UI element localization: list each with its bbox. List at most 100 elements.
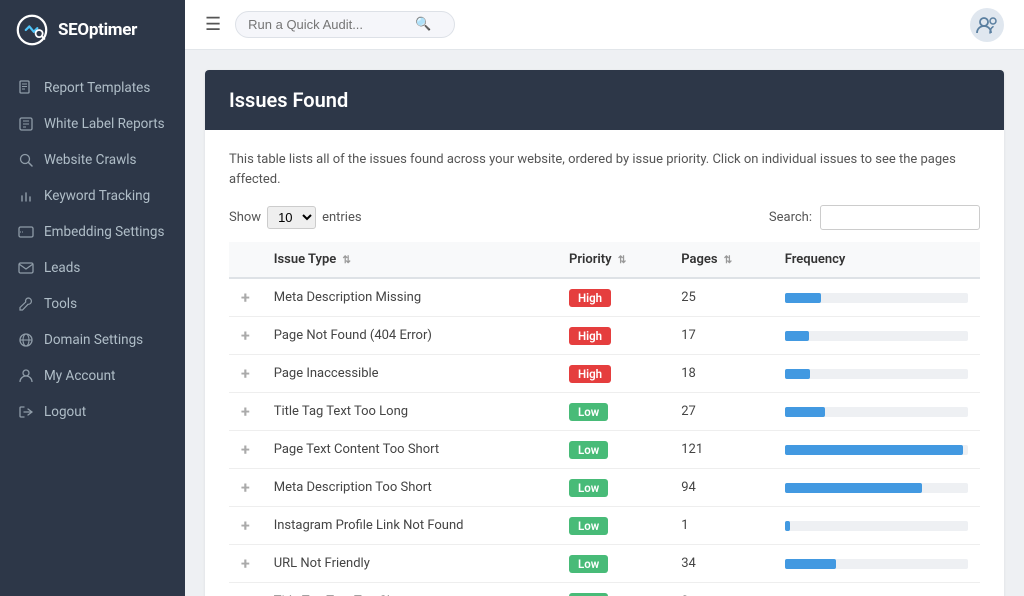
table-row[interactable]: + Page Not Found (404 Error) High 17 xyxy=(229,317,980,355)
row-frequency xyxy=(773,431,980,469)
row-priority: Low xyxy=(557,507,669,545)
row-frequency xyxy=(773,583,980,596)
sidebar-item-tools[interactable]: Tools xyxy=(0,286,185,322)
sidebar-item-embedding-settings[interactable]: Embedding Settings xyxy=(0,214,185,250)
table-body: + Meta Description Missing High 25 + Pag… xyxy=(229,278,980,596)
row-issue-type: Meta Description Missing xyxy=(262,278,557,317)
website-crawls-icon xyxy=(18,152,34,168)
row-expand-cell[interactable]: + xyxy=(229,507,262,545)
row-expand-cell[interactable]: + xyxy=(229,545,262,583)
priority-badge: Low xyxy=(569,441,608,459)
row-issue-type: Title Tag Text Too Long xyxy=(262,393,557,431)
table-search-area: Search: xyxy=(769,205,980,230)
priority-badge: Low xyxy=(569,479,608,497)
quick-audit-input[interactable] xyxy=(248,17,408,32)
table-row[interactable]: + URL Not Friendly Low 34 xyxy=(229,545,980,583)
sidebar-item-white-label-reports[interactable]: White Label Reports xyxy=(0,106,185,142)
expand-icon[interactable]: + xyxy=(241,554,250,573)
row-expand-cell[interactable]: + xyxy=(229,393,262,431)
sidebar-item-keyword-tracking[interactable]: Keyword Tracking xyxy=(0,178,185,214)
table-row[interactable]: + Instagram Profile Link Not Found Low 1 xyxy=(229,507,980,545)
sort-icon-pages: ⇅ xyxy=(724,255,732,266)
sidebar-label-domain-settings: Domain Settings xyxy=(44,332,143,348)
sidebar-label-report-templates: Report Templates xyxy=(44,80,150,96)
priority-badge: Low xyxy=(569,517,608,535)
row-issue-type: Page Not Found (404 Error) xyxy=(262,317,557,355)
expand-icon[interactable]: + xyxy=(241,288,250,307)
expand-icon[interactable]: + xyxy=(241,516,250,535)
row-frequency xyxy=(773,507,980,545)
row-priority: Low xyxy=(557,583,669,596)
expand-icon[interactable]: + xyxy=(241,478,250,497)
expand-icon[interactable]: + xyxy=(241,326,250,345)
row-issue-type: Title Tag Text Too Short xyxy=(262,583,557,596)
frequency-bar-bg xyxy=(785,369,968,379)
row-issue-type: Page Inaccessible xyxy=(262,355,557,393)
topbar: ☰ 🔍 xyxy=(185,0,1024,50)
row-expand-cell[interactable]: + xyxy=(229,278,262,317)
card-body: This table lists all of the issues found… xyxy=(205,130,1004,596)
row-priority: High xyxy=(557,278,669,317)
main-area: ☰ 🔍 Issues Found This table lists all of… xyxy=(185,0,1024,596)
user-avatar[interactable] xyxy=(970,8,1004,42)
sidebar: SEOptimer Report Templates White Label R… xyxy=(0,0,185,596)
row-expand-cell[interactable]: + xyxy=(229,431,262,469)
row-frequency xyxy=(773,469,980,507)
expand-icon[interactable]: + xyxy=(241,440,250,459)
sidebar-logo: SEOptimer xyxy=(0,0,185,60)
embedding-settings-icon xyxy=(18,224,34,240)
row-expand-cell[interactable]: + xyxy=(229,355,262,393)
col-priority[interactable]: Priority ⇅ xyxy=(557,242,669,278)
row-issue-type: URL Not Friendly xyxy=(262,545,557,583)
row-priority: Low xyxy=(557,469,669,507)
sidebar-label-tools: Tools xyxy=(44,296,77,312)
sidebar-label-my-account: My Account xyxy=(44,368,115,384)
row-expand-cell[interactable]: + xyxy=(229,583,262,596)
row-expand-cell[interactable]: + xyxy=(229,469,262,507)
row-pages: 121 xyxy=(669,431,773,469)
table-row[interactable]: + Page Text Content Too Short Low 121 xyxy=(229,431,980,469)
report-templates-icon xyxy=(18,80,34,96)
sidebar-item-my-account[interactable]: My Account xyxy=(0,358,185,394)
sidebar-label-website-crawls: Website Crawls xyxy=(44,152,137,168)
sidebar-item-domain-settings[interactable]: Domain Settings xyxy=(0,322,185,358)
table-head: Issue Type ⇅ Priority ⇅ Pages ⇅ Frequenc… xyxy=(229,242,980,278)
expand-icon[interactable]: + xyxy=(241,364,250,383)
expand-icon[interactable]: + xyxy=(241,402,250,421)
keyword-tracking-icon xyxy=(18,188,34,204)
row-expand-cell[interactable]: + xyxy=(229,317,262,355)
table-row[interactable]: + Page Inaccessible High 18 xyxy=(229,355,980,393)
col-pages[interactable]: Pages ⇅ xyxy=(669,242,773,278)
table-row[interactable]: + Meta Description Missing High 25 xyxy=(229,278,980,317)
frequency-bar-bg xyxy=(785,407,968,417)
col-issue-type[interactable]: Issue Type ⇅ xyxy=(262,242,557,278)
hamburger-menu[interactable]: ☰ xyxy=(205,14,221,35)
sidebar-item-report-templates[interactable]: Report Templates xyxy=(0,70,185,106)
sidebar-item-logout[interactable]: Logout xyxy=(0,394,185,430)
sidebar-label-keyword-tracking: Keyword Tracking xyxy=(44,188,150,204)
col-frequency: Frequency xyxy=(773,242,980,278)
sidebar-item-leads[interactable]: Leads xyxy=(0,250,185,286)
sidebar-item-website-crawls[interactable]: Website Crawls xyxy=(0,142,185,178)
table-row[interactable]: + Title Tag Text Too Short Low 3 xyxy=(229,583,980,596)
row-frequency xyxy=(773,317,980,355)
frequency-bar xyxy=(785,293,822,303)
row-priority: Low xyxy=(557,545,669,583)
sort-icon-issue: ⇅ xyxy=(342,255,350,266)
frequency-bar xyxy=(785,407,825,417)
content-area: Issues Found This table lists all of the… xyxy=(185,50,1024,596)
expand-icon[interactable]: + xyxy=(241,592,250,596)
table-search-input[interactable] xyxy=(820,205,980,230)
row-priority: High xyxy=(557,317,669,355)
my-account-icon xyxy=(18,368,34,384)
leads-icon xyxy=(18,260,34,276)
search-bar[interactable]: 🔍 xyxy=(235,11,455,38)
search-icon: 🔍 xyxy=(415,17,431,32)
entries-select[interactable]: 10 25 50 xyxy=(267,206,316,229)
table-row[interactable]: + Meta Description Too Short Low 94 xyxy=(229,469,980,507)
sidebar-label-white-label-reports: White Label Reports xyxy=(44,116,165,132)
table-row[interactable]: + Title Tag Text Too Long Low 27 xyxy=(229,393,980,431)
sidebar-label-logout: Logout xyxy=(44,404,86,420)
row-pages: 3 xyxy=(669,583,773,596)
sidebar-label-leads: Leads xyxy=(44,260,80,276)
